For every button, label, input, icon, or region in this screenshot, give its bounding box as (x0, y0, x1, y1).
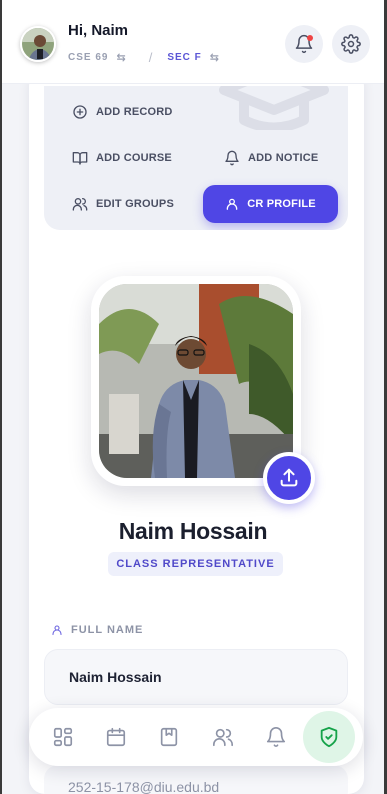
shield-check-icon (320, 726, 338, 748)
dashboard-icon (53, 727, 73, 747)
profile-name: Naim Hossain (118, 518, 268, 544)
users-icon (213, 728, 233, 747)
edit-groups-label: EDIT GROUPS (96, 198, 174, 210)
section-label: SEC F (167, 52, 202, 63)
add-course-button[interactable]: ADD COURSE (72, 150, 172, 166)
bell-icon (225, 150, 239, 166)
role-badge: CLASS REPRESENTATIVE (108, 552, 283, 576)
top-header: Hi, Naim CSE 69 ⇆ / SEC F ⇆ (2, 0, 384, 84)
upload-icon (280, 468, 298, 487)
switch-section-icon[interactable]: ⇆ (210, 51, 220, 64)
book-open-icon (72, 152, 88, 165)
bell-icon (266, 727, 286, 747)
graduation-cap-icon (219, 86, 329, 130)
cr-profile-button[interactable]: CR PROFILE (203, 185, 338, 223)
gear-icon (341, 34, 361, 54)
avatar[interactable] (20, 26, 56, 62)
settings-button[interactable] (332, 25, 370, 63)
profile-photo-frame (91, 276, 301, 486)
add-notice-button[interactable]: ADD NOTICE (224, 150, 318, 166)
class-info: CSE 69 ⇆ / SEC F ⇆ (68, 50, 220, 65)
divider: / (148, 50, 154, 65)
edit-groups-button[interactable]: EDIT GROUPS (72, 196, 174, 212)
upload-photo-button[interactable] (263, 452, 315, 504)
add-course-label: ADD COURSE (96, 152, 172, 164)
nav-notifications[interactable] (264, 725, 288, 749)
add-notice-label: ADD NOTICE (248, 152, 319, 164)
full-name-label: FULL NAME (71, 624, 144, 636)
add-record-button[interactable]: ADD RECORD (72, 104, 173, 120)
quick-actions-panel: ADD RECORD ADD COURSE ADD NOTICE EDIT GR… (44, 86, 348, 230)
user-icon (52, 625, 62, 636)
batch-label: CSE 69 (68, 52, 109, 63)
profile-photo (99, 284, 293, 478)
user-icon (226, 198, 238, 210)
email-field[interactable]: 252-15-178@diu.edu.bd (44, 765, 348, 794)
nav-cr-panel[interactable] (303, 711, 355, 763)
notification-dot (307, 35, 313, 41)
add-record-label: ADD RECORD (96, 106, 173, 118)
nav-bookmark[interactable] (157, 725, 181, 749)
nav-users[interactable] (211, 725, 235, 749)
users-icon (72, 198, 88, 211)
switch-batch-icon[interactable]: ⇆ (116, 51, 126, 64)
bookmark-icon (160, 727, 178, 747)
cr-profile-label: CR PROFILE (247, 198, 316, 210)
full-name-field[interactable]: Naim Hossain (44, 649, 348, 705)
calendar-icon (106, 727, 126, 747)
plus-circle-icon (73, 105, 87, 119)
full-name-label-row: FULL NAME (51, 624, 143, 636)
app-screen: Hi, Naim CSE 69 ⇆ / SEC F ⇆ ADD RECORD A… (2, 0, 384, 794)
nav-dashboard[interactable] (51, 725, 75, 749)
nav-calendar[interactable] (104, 725, 128, 749)
greeting: Hi, Naim (68, 22, 129, 39)
notifications-button[interactable] (285, 25, 323, 63)
bottom-navigation (29, 708, 363, 766)
